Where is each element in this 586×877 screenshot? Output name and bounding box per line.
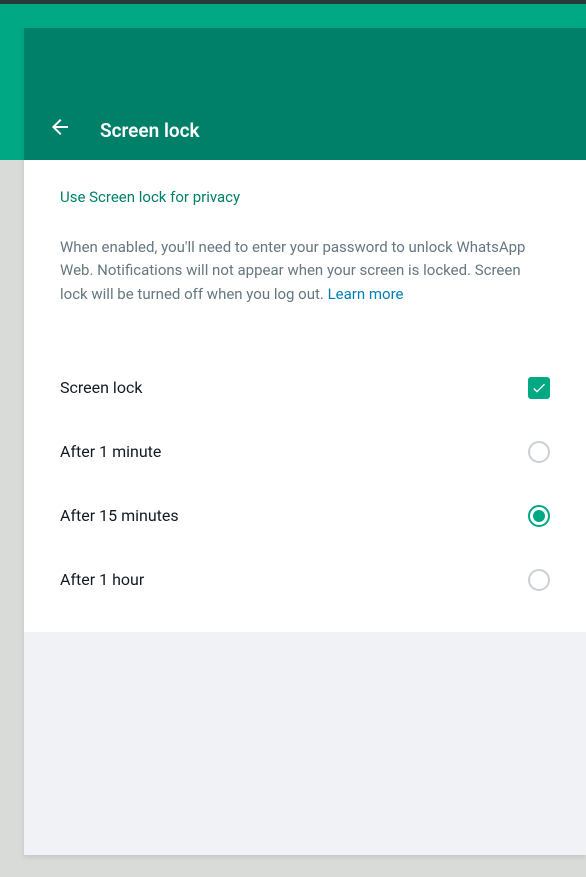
toggle-label: Screen lock: [60, 378, 142, 397]
description-text: When enabled, you'll need to enter your …: [60, 236, 550, 306]
option-label: After 1 minute: [60, 442, 161, 461]
empty-area: [24, 632, 586, 855]
option-row-15min[interactable]: After 15 minutes: [60, 484, 550, 548]
description-body: When enabled, you'll need to enter your …: [60, 238, 525, 303]
arrow-left-icon: [48, 115, 72, 139]
header: Screen lock: [24, 28, 586, 160]
radio-1hour[interactable]: [528, 569, 550, 591]
check-icon: [531, 380, 547, 396]
page-title: Screen lock: [100, 119, 200, 142]
option-label: After 1 hour: [60, 570, 144, 589]
screen-lock-toggle-row: Screen lock: [60, 356, 550, 420]
learn-more-link[interactable]: Learn more: [328, 285, 404, 303]
radio-1min[interactable]: [528, 441, 550, 463]
option-row-1min[interactable]: After 1 minute: [60, 420, 550, 484]
screen-lock-checkbox[interactable]: [528, 377, 550, 399]
option-label: After 15 minutes: [60, 506, 179, 525]
option-row-1hour[interactable]: After 1 hour: [60, 548, 550, 612]
settings-panel: Screen lock Use Screen lock for privacy …: [24, 28, 586, 855]
section-heading: Use Screen lock for privacy: [60, 188, 550, 206]
back-button[interactable]: [48, 115, 72, 139]
content: Use Screen lock for privacy When enabled…: [24, 160, 586, 632]
radio-15min[interactable]: [528, 505, 550, 527]
